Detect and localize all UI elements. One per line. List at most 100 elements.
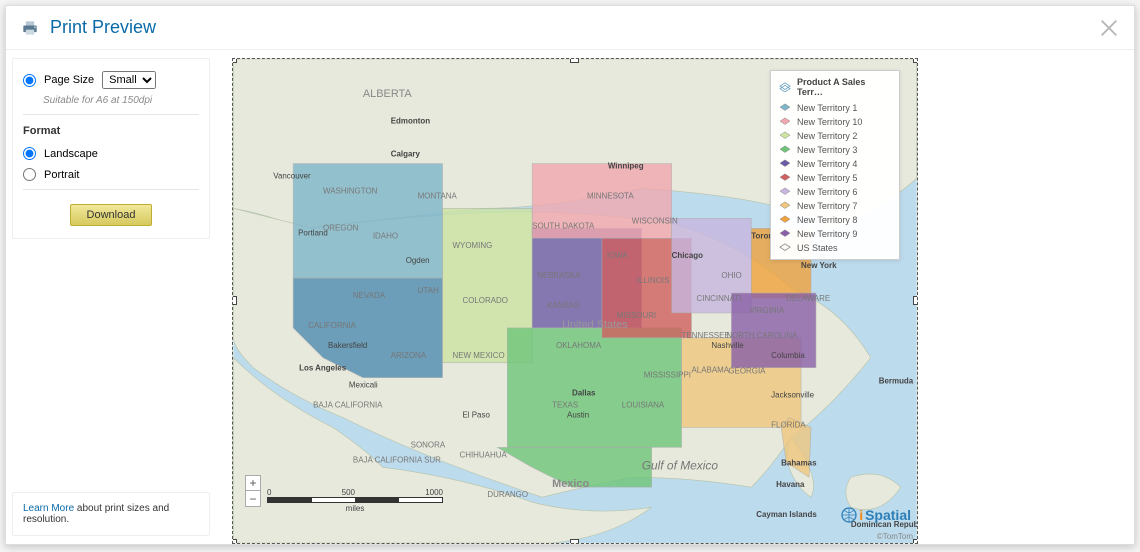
crop-handle-mr[interactable] bbox=[913, 296, 918, 305]
preview-area: ALBERTA ONTARIO Edmonton Calgary Vancouv… bbox=[216, 50, 1134, 544]
legend-item: New Territory 6 bbox=[771, 185, 899, 199]
landscape-label: Landscape bbox=[44, 148, 98, 160]
svg-text:Vancouver: Vancouver bbox=[273, 172, 311, 181]
svg-text:El Paso: El Paso bbox=[462, 411, 490, 420]
crop-handle-bm[interactable] bbox=[570, 539, 579, 544]
legend-title-row: Product A Sales Terr… bbox=[771, 75, 899, 101]
svg-text:Mexicali: Mexicali bbox=[349, 381, 378, 390]
svg-text:United States: United States bbox=[562, 319, 628, 331]
zoom-in-button[interactable]: + bbox=[245, 475, 261, 491]
svg-text:Havana: Havana bbox=[776, 480, 805, 489]
territory-swatch-icon bbox=[779, 145, 791, 155]
svg-text:CALIFORNIA: CALIFORNIA bbox=[308, 321, 356, 330]
legend-label: New Territory 8 bbox=[797, 215, 857, 225]
legend-label: US States bbox=[797, 243, 838, 253]
legend-item: New Territory 8 bbox=[771, 213, 899, 227]
svg-text:IOWA: IOWA bbox=[607, 251, 629, 260]
svg-text:Nashville: Nashville bbox=[711, 341, 744, 350]
svg-text:WYOMING: WYOMING bbox=[453, 241, 493, 250]
svg-text:Dallas: Dallas bbox=[572, 389, 596, 398]
crop-handle-br[interactable] bbox=[913, 539, 918, 544]
legend-item: New Territory 2 bbox=[771, 129, 899, 143]
scale-bar: 0 500 1000 miles bbox=[267, 488, 443, 513]
landscape-radio[interactable] bbox=[23, 147, 36, 160]
svg-text:COLORADO: COLORADO bbox=[462, 296, 508, 305]
zoom-controls: + − bbox=[245, 475, 261, 507]
zoom-out-button[interactable]: − bbox=[245, 491, 261, 507]
svg-text:DURANGO: DURANGO bbox=[487, 490, 528, 499]
svg-text:KANSAS: KANSAS bbox=[547, 301, 579, 310]
svg-text:CINCINNATI: CINCINNATI bbox=[696, 294, 741, 303]
svg-text:Ogden: Ogden bbox=[406, 256, 430, 265]
layers-icon bbox=[779, 82, 791, 92]
download-button[interactable]: Download bbox=[70, 204, 153, 226]
svg-text:TEXAS: TEXAS bbox=[552, 401, 578, 410]
svg-text:CHIHUAHUA: CHIHUAHUA bbox=[459, 450, 507, 459]
svg-text:Columbia: Columbia bbox=[771, 351, 805, 360]
svg-text:ALABAMA: ALABAMA bbox=[692, 366, 730, 375]
svg-text:Gulf of Mexico: Gulf of Mexico bbox=[642, 458, 719, 472]
learn-more-link[interactable]: Learn More bbox=[23, 503, 74, 514]
legend-label: New Territory 2 bbox=[797, 131, 857, 141]
page-size-label: Page Size bbox=[44, 74, 94, 86]
legend-item: New Territory 1 bbox=[771, 101, 899, 115]
svg-text:NEBRASKA: NEBRASKA bbox=[537, 271, 581, 280]
portrait-radio[interactable] bbox=[23, 168, 36, 181]
territory-swatch-icon bbox=[779, 201, 791, 211]
svg-text:FLORIDA: FLORIDA bbox=[771, 420, 806, 429]
page-size-hint: Suitable for A6 at 150dpi bbox=[43, 95, 199, 106]
watermark-text: Spatial bbox=[865, 507, 911, 523]
svg-text:UTAH: UTAH bbox=[418, 286, 439, 295]
svg-text:IDAHO: IDAHO bbox=[373, 231, 398, 240]
territory-swatch-icon bbox=[779, 173, 791, 183]
scale-tick: 0 bbox=[267, 488, 271, 497]
legend-panel: Product A Sales Terr… New Territory 1 New… bbox=[770, 70, 900, 260]
map-frame[interactable]: ALBERTA ONTARIO Edmonton Calgary Vancouv… bbox=[232, 58, 918, 544]
territory-swatch-icon bbox=[779, 187, 791, 197]
page-size-radio[interactable] bbox=[23, 74, 36, 87]
legend-label: New Territory 1 bbox=[797, 103, 857, 113]
territory-swatch-icon bbox=[779, 159, 791, 169]
svg-text:OHIO: OHIO bbox=[721, 271, 741, 280]
modal-body: Page Size Small Suitable for A6 at 150dp… bbox=[6, 50, 1134, 544]
svg-text:SONORA: SONORA bbox=[411, 440, 446, 449]
modal-title: Print Preview bbox=[50, 17, 1098, 38]
legend-label: New Territory 9 bbox=[797, 229, 857, 239]
svg-text:NEVADA: NEVADA bbox=[353, 291, 386, 300]
svg-text:TENNESSEE: TENNESSEE bbox=[682, 331, 730, 340]
svg-text:Winnipeg: Winnipeg bbox=[608, 162, 644, 171]
svg-text:Mexico: Mexico bbox=[552, 478, 589, 490]
svg-text:NORTH CAROLINA: NORTH CAROLINA bbox=[726, 331, 798, 340]
legend-item-us-states: US States bbox=[771, 241, 899, 255]
legend-item: New Territory 9 bbox=[771, 227, 899, 241]
svg-text:MINNESOTA: MINNESOTA bbox=[587, 191, 634, 200]
svg-text:DELAWARE: DELAWARE bbox=[786, 294, 830, 303]
crop-handle-ml[interactable] bbox=[232, 296, 237, 305]
legend-item: New Territory 3 bbox=[771, 143, 899, 157]
legend-item: New Territory 4 bbox=[771, 157, 899, 171]
svg-text:Jacksonville: Jacksonville bbox=[771, 391, 814, 400]
crop-handle-tm[interactable] bbox=[570, 58, 579, 63]
svg-text:GEORGIA: GEORGIA bbox=[728, 367, 766, 376]
crop-handle-tr[interactable] bbox=[913, 58, 918, 63]
legend-item: New Territory 10 bbox=[771, 115, 899, 129]
territory-swatch-icon bbox=[779, 103, 791, 113]
globe-icon bbox=[841, 507, 857, 523]
modal-header: Print Preview bbox=[6, 6, 1134, 50]
legend-item: New Territory 5 bbox=[771, 171, 899, 185]
svg-text:Los Angeles: Los Angeles bbox=[299, 364, 347, 373]
printer-icon bbox=[20, 18, 40, 38]
crop-handle-tl[interactable] bbox=[232, 58, 237, 63]
spatial-watermark: iSpatial bbox=[841, 507, 911, 523]
close-icon[interactable] bbox=[1098, 17, 1120, 39]
svg-text:New York: New York bbox=[801, 261, 837, 270]
legend-label: New Territory 7 bbox=[797, 201, 857, 211]
svg-text:BAJA CALIFORNIA: BAJA CALIFORNIA bbox=[313, 401, 383, 410]
scale-unit: miles bbox=[346, 504, 365, 513]
divider bbox=[23, 114, 199, 115]
legend-label: New Territory 10 bbox=[797, 117, 862, 127]
page-size-select[interactable]: Small bbox=[102, 71, 156, 89]
svg-text:MISSISSIPPI: MISSISSIPPI bbox=[644, 371, 691, 380]
svg-text:VIRGINIA: VIRGINIA bbox=[749, 306, 785, 315]
crop-handle-bl[interactable] bbox=[232, 539, 237, 544]
